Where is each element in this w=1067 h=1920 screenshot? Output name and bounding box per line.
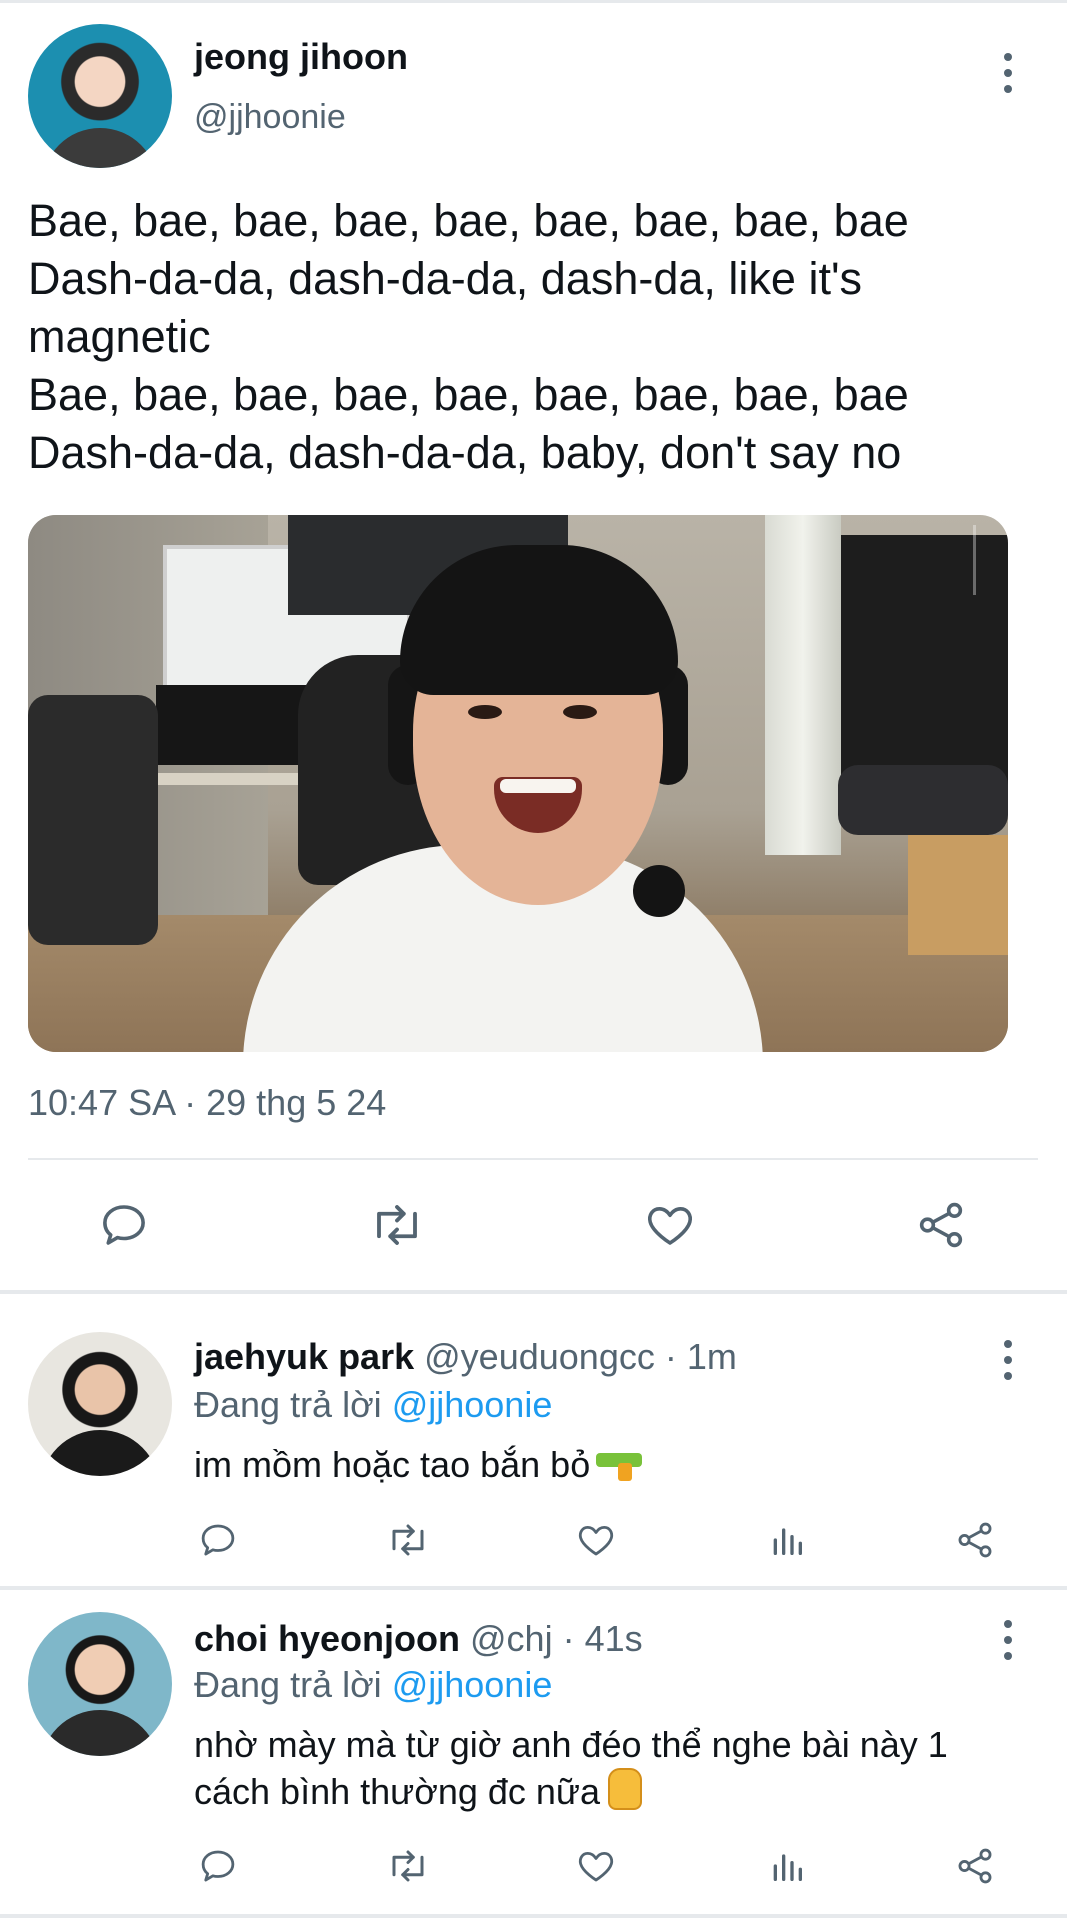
- reply-icon[interactable]: [196, 1845, 240, 1887]
- reply-time[interactable]: 1m: [687, 1336, 737, 1377]
- more-options-icon[interactable]: [1001, 53, 1015, 93]
- reply-author-name[interactable]: choi hyeonjoon: [194, 1618, 460, 1659]
- tweet-timestamp[interactable]: 10:47 SA · 29 thg 5 24: [28, 1082, 386, 1124]
- tweet-text-line: magnetic: [28, 311, 211, 362]
- more-options-icon[interactable]: [1001, 1340, 1015, 1380]
- tweet-media-video[interactable]: [28, 515, 1008, 1052]
- tweet-text-line: Bae, bae, bae, bae, bae, bae, bae, bae, …: [28, 195, 909, 246]
- mention-link[interactable]: @jjhoonie: [392, 1664, 553, 1705]
- like-icon[interactable]: [642, 1198, 698, 1252]
- reply-text-line: cách bình thường đc nữa: [194, 1771, 601, 1812]
- share-icon[interactable]: [953, 1519, 997, 1561]
- reply-time[interactable]: 41s: [585, 1618, 643, 1659]
- reply-text: im mồm hoặc tao bắn bỏ: [194, 1442, 1024, 1488]
- author-handle[interactable]: @jjhoonie: [194, 98, 346, 137]
- separator-dot: ·: [562, 1618, 575, 1659]
- replying-prefix: Đang trả lời: [194, 1384, 382, 1425]
- top-divider: [0, 0, 1067, 3]
- section-divider: [0, 1914, 1067, 1918]
- reply-author-handle[interactable]: @chj: [470, 1618, 553, 1659]
- like-icon[interactable]: [574, 1519, 618, 1561]
- share-icon[interactable]: [953, 1845, 997, 1887]
- reply-icon[interactable]: [196, 1519, 240, 1561]
- tweet-text-line: Bae, bae, bae, bae, bae, bae, bae, bae, …: [28, 369, 909, 420]
- thumbs-up-emoji: [608, 1768, 643, 1810]
- reply-header: choi hyeonjoon @chj · 41s: [194, 1618, 643, 1660]
- views-icon[interactable]: [767, 1845, 807, 1887]
- like-icon[interactable]: [574, 1845, 618, 1887]
- retweet-icon[interactable]: [383, 1519, 433, 1561]
- views-icon[interactable]: [767, 1519, 807, 1561]
- reply-text-line: nhờ mày mà từ giờ anh đéo thể nghe bài n…: [194, 1724, 948, 1765]
- replying-to: Đang trả lời @jjhoonie: [194, 1664, 552, 1706]
- reply-header: jaehyuk park @yeuduongcc · 1m: [194, 1336, 737, 1378]
- replying-prefix: Đang trả lời: [194, 1664, 382, 1705]
- share-icon[interactable]: [914, 1198, 968, 1252]
- reply-icon[interactable]: [97, 1198, 151, 1252]
- reply-text: nhờ mày mà từ giờ anh đéo thể nghe bài n…: [194, 1722, 1024, 1815]
- mention-link[interactable]: @jjhoonie: [392, 1384, 553, 1425]
- author-name[interactable]: jeong jihoon: [194, 36, 408, 78]
- more-options-icon[interactable]: [1001, 1620, 1015, 1660]
- divider: [28, 1158, 1038, 1160]
- retweet-icon[interactable]: [383, 1845, 433, 1887]
- section-divider: [0, 1586, 1067, 1590]
- author-avatar[interactable]: [28, 24, 172, 168]
- separator-dot: ·: [664, 1336, 677, 1377]
- tweet-text-line: Dash-da-da, dash-da-da, baby, don't say …: [28, 427, 902, 478]
- retweet-icon[interactable]: [365, 1198, 429, 1252]
- reply-author-name[interactable]: jaehyuk park: [194, 1336, 414, 1377]
- reply-text-line: im mồm hoặc tao bắn bỏ: [194, 1444, 591, 1485]
- water-pistol-emoji: [596, 1453, 643, 1481]
- reply-avatar[interactable]: [28, 1612, 172, 1756]
- reply-author-handle[interactable]: @yeuduongcc: [424, 1336, 655, 1377]
- reply-avatar[interactable]: [28, 1332, 172, 1476]
- replying-to: Đang trả lời @jjhoonie: [194, 1384, 552, 1426]
- tweet-text-line: Dash-da-da, dash-da-da, dash-da, like it…: [28, 253, 863, 304]
- section-divider: [0, 1290, 1067, 1294]
- tweet-text: Bae, bae, bae, bae, bae, bae, bae, bae, …: [28, 192, 1028, 482]
